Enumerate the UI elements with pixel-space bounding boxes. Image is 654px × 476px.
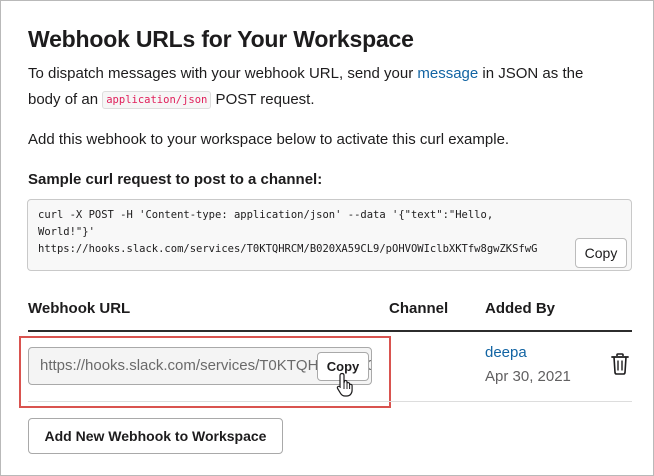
- page-title: Webhook URLs for Your Workspace: [28, 26, 414, 52]
- added-date: Apr 30, 2021: [485, 368, 571, 385]
- table-header-divider: [28, 330, 632, 332]
- copy-curl-button[interactable]: Copy: [575, 238, 627, 268]
- curl-code-text: curl -X POST -H 'Content-type: applicati…: [38, 207, 537, 258]
- instruction-text: Add this webhook to your workspace below…: [28, 131, 510, 148]
- trash-icon[interactable]: [610, 353, 630, 375]
- curl-line-2: World!"}': [38, 226, 95, 238]
- table-row-divider: [28, 401, 632, 402]
- column-header-channel: Channel: [389, 300, 449, 317]
- column-header-webhook-url: Webhook URL: [28, 300, 131, 317]
- added-by-user-link[interactable]: deepa: [485, 344, 527, 361]
- curl-line-1: curl -X POST -H 'Content-type: applicati…: [38, 209, 494, 221]
- column-header-added-by: Added By: [485, 300, 556, 317]
- intro-text: To dispatch messages with your webhook U…: [28, 61, 583, 113]
- hand-pointer-cursor-icon: [336, 372, 353, 397]
- intro-text-part1: To dispatch messages with your webhook U…: [28, 65, 418, 82]
- curl-code-block: curl -X POST -H 'Content-type: applicati…: [27, 199, 632, 271]
- add-new-webhook-button[interactable]: Add New Webhook to Workspace: [28, 418, 283, 454]
- intro-text-part2: in JSON as the: [478, 65, 584, 82]
- message-link[interactable]: message: [417, 65, 478, 82]
- curl-line-3: https://hooks.slack.com/services/T0KTQHR…: [38, 243, 538, 255]
- content-type-code: application/json: [102, 91, 212, 109]
- sample-curl-label: Sample curl request to post to a channel…: [28, 171, 323, 188]
- intro-text-part4: POST request.: [211, 91, 315, 108]
- intro-text-part3: body of an: [28, 91, 103, 108]
